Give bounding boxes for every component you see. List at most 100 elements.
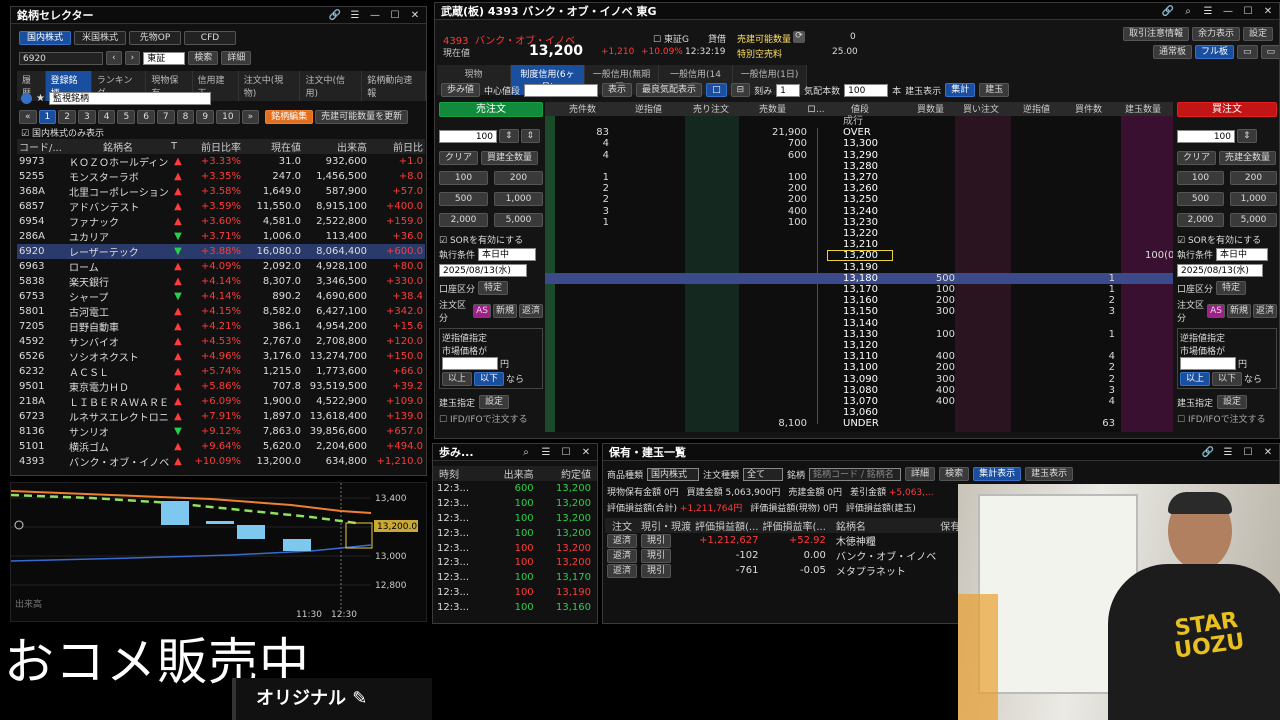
- watchlist-row[interactable]: 7205 日野自動車 ▲ +4.21% 386.1 4,954,200 +15.…: [17, 319, 425, 334]
- acct-select[interactable]: 特定: [1216, 281, 1247, 295]
- ladder-row[interactable]: 2 200 13,250: [545, 194, 1173, 205]
- edit-stocks-button[interactable]: 銘柄編集: [265, 110, 314, 124]
- col-header[interactable]: ロ...: [807, 102, 825, 115]
- buy-order-button[interactable]: 買注文: [1177, 102, 1277, 117]
- qty-quick-button[interactable]: 500: [1177, 192, 1224, 206]
- ladder-row[interactable]: 4 600 13,290: [545, 150, 1173, 161]
- tama-setting-button[interactable]: 設定: [1217, 395, 1248, 409]
- ladder-row[interactable]: 13,150 300 3: [545, 306, 1173, 317]
- layout-icon[interactable]: ▭: [1260, 45, 1279, 59]
- center-price-input[interactable]: [524, 83, 599, 97]
- col-header[interactable]: 評価損益額(...: [693, 518, 760, 533]
- stepper-icon[interactable]: ⇕: [520, 129, 541, 143]
- refresh-icon[interactable]: ⟳: [793, 31, 805, 43]
- watchlist-row[interactable]: 6232 ＡＣＳＬ ▲ +5.74% 1,215.0 1,773,600 +66…: [17, 364, 425, 379]
- below-button[interactable]: 以下: [1212, 372, 1243, 386]
- page-button[interactable]: 3: [77, 110, 96, 124]
- show-button[interactable]: 表示: [602, 83, 633, 97]
- watchlist-row[interactable]: 368A 北里コーポレーション ▲ +3.58% 1,649.0 587,900…: [17, 184, 425, 199]
- ladder-row[interactable]: 4 700 13,300: [545, 138, 1173, 149]
- minimize-icon[interactable]: —: [1221, 3, 1235, 20]
- stop-price-input[interactable]: [1180, 357, 1236, 370]
- prod-select[interactable]: 国内株式: [647, 467, 700, 481]
- tama-setting-button[interactable]: 設定: [479, 395, 510, 409]
- col-header[interactable]: 評価損益率(...: [760, 518, 827, 533]
- watchlist-row[interactable]: 6954 ファナック ▲ +3.60% 4,581.0 2,522,800 +1…: [17, 214, 425, 229]
- qty-quick-button[interactable]: 200: [494, 171, 543, 185]
- col-header[interactable]: 売件数: [569, 102, 596, 115]
- sor-checkbox[interactable]: ☑ SORを有効にする: [1177, 233, 1277, 246]
- detail-button[interactable]: 詳細: [221, 51, 252, 65]
- update-short-button[interactable]: 売建可能数量を更新: [315, 110, 409, 124]
- watchlist-row[interactable]: 6857 アドバンテスト ▲ +3.59% 11,550.0 8,915,100…: [17, 199, 425, 214]
- qty-quick-button[interactable]: 200: [1230, 171, 1277, 185]
- ladder-row[interactable]: 2 200 13,260: [545, 183, 1173, 194]
- watchlist-row[interactable]: 4592 サンバイオ ▲ +4.53% 2,767.0 2,708,800 +1…: [17, 334, 425, 349]
- subtab-orders-margin[interactable]: 注文中(信用): [300, 71, 363, 101]
- normal-board-button[interactable]: 通常板: [1153, 45, 1193, 59]
- refresh-icon[interactable]: [21, 93, 32, 104]
- page-last-icon[interactable]: »: [241, 110, 260, 124]
- clear-button[interactable]: クリア: [1177, 151, 1217, 165]
- close-position-button[interactable]: 返済: [607, 548, 638, 563]
- maximize-icon[interactable]: ☐: [559, 444, 573, 461]
- layout-icon[interactable]: ▭: [1237, 45, 1258, 59]
- market-select[interactable]: 東証: [143, 51, 186, 65]
- watchlist-row[interactable]: 5801 古河電工 ▲ +4.15% 8,582.0 6,427,100 +34…: [17, 304, 425, 319]
- maximize-icon[interactable]: ☐: [388, 7, 402, 24]
- page-button[interactable]: 6: [137, 110, 155, 124]
- page-button[interactable]: 1: [38, 110, 57, 124]
- qty-quick-button[interactable]: 2,000: [439, 213, 488, 227]
- link-icon[interactable]: 🔗: [328, 7, 342, 24]
- watchlist-row[interactable]: 9973 ＫＯＺＯホールディングス ▲ +3.33% 31.0 932,600 …: [17, 154, 425, 169]
- sor-checkbox[interactable]: ☑ SORを有効にする: [439, 233, 543, 246]
- summary-button[interactable]: 集計表示: [973, 467, 1022, 481]
- page-button[interactable]: 2: [58, 110, 76, 124]
- menu-icon[interactable]: ☰: [1201, 3, 1215, 20]
- watchlist-row[interactable]: 5101 横浜ゴム ▲ +9.64% 5,620.0 2,204,600 +49…: [17, 439, 425, 454]
- tick-select[interactable]: 1: [776, 83, 801, 97]
- new-button[interactable]: 新規: [492, 304, 517, 318]
- col-header[interactable]: 建玉数量: [1125, 102, 1161, 115]
- ladder-row[interactable]: 1 100 13,230: [545, 217, 1173, 228]
- col-header[interactable]: 逆指値: [1023, 102, 1050, 115]
- acct-select[interactable]: 特定: [478, 281, 509, 295]
- col-header[interactable]: 出来高: [303, 139, 369, 154]
- ladder-row[interactable]: 13,080 400 3: [545, 385, 1173, 396]
- ladder-row[interactable]: 13,200 100(0: [545, 250, 1173, 262]
- settings-button[interactable]: 設定: [1243, 27, 1274, 41]
- above-button[interactable]: 以上: [1180, 372, 1211, 386]
- sell-all-button[interactable]: 売建全数量: [1219, 151, 1277, 165]
- cond-select[interactable]: 本日中: [1216, 248, 1269, 261]
- ladder-row[interactable]: 13,160 200 2: [545, 295, 1173, 306]
- cond-select[interactable]: 本日中: [478, 248, 537, 261]
- col-header[interactable]: 買件数: [1075, 102, 1102, 115]
- close-icon[interactable]: ✕: [579, 444, 593, 461]
- col-header[interactable]: 値段: [851, 102, 869, 115]
- page-button[interactable]: 5: [117, 110, 136, 124]
- clear-button[interactable]: クリア: [439, 151, 479, 165]
- watchlist-row[interactable]: 6723 ルネサスエレクトロニクス ▲ +7.91% 1,897.0 13,61…: [17, 409, 425, 424]
- ladder-row[interactable]: 3 400 13,240: [545, 206, 1173, 217]
- sell-order-button[interactable]: 売注文: [439, 102, 543, 117]
- stepper-icon[interactable]: ⇕: [499, 129, 519, 143]
- ladder-row[interactable]: 13,060: [545, 407, 1173, 418]
- code-input[interactable]: 6920: [19, 51, 103, 65]
- watchlist-row[interactable]: 5838 楽天銀行 ▲ +4.14% 8,307.0 3,346,500 +33…: [17, 274, 425, 289]
- ladder-row[interactable]: 13,130 100 1: [545, 329, 1173, 340]
- col-header[interactable]: 注文: [605, 518, 639, 533]
- view-mode-icon[interactable]: ⊟: [730, 83, 751, 97]
- delivery-button[interactable]: 現引: [641, 563, 672, 578]
- watchlist-row[interactable]: 9501 東京電力ＨＤ ▲ +5.86% 707.8 93,519,500 +3…: [17, 379, 425, 394]
- close-icon[interactable]: ✕: [1261, 3, 1275, 20]
- delivery-button[interactable]: 現引: [641, 533, 672, 548]
- page-button[interactable]: 7: [156, 110, 175, 124]
- col-header[interactable]: 現在値: [243, 139, 303, 154]
- watchlist-row[interactable]: 4393 バンク・オブ・イノベ ▲ +10.09% 13,200.0 634,8…: [17, 454, 425, 469]
- tab-domestic[interactable]: 国内株式: [19, 31, 71, 45]
- col-header[interactable]: 逆指値: [635, 102, 662, 115]
- ladder-row[interactable]: 13,100 200 2: [545, 362, 1173, 373]
- watchlist-row[interactable]: 5255 モンスターラボ ▲ +3.35% 247.0 1,456,500 +8…: [17, 169, 425, 184]
- menu-icon[interactable]: ☰: [348, 7, 362, 24]
- watchlist-row[interactable]: 6753 シャープ ▼ +4.14% 890.2 4,690,600 +38.4: [17, 289, 425, 304]
